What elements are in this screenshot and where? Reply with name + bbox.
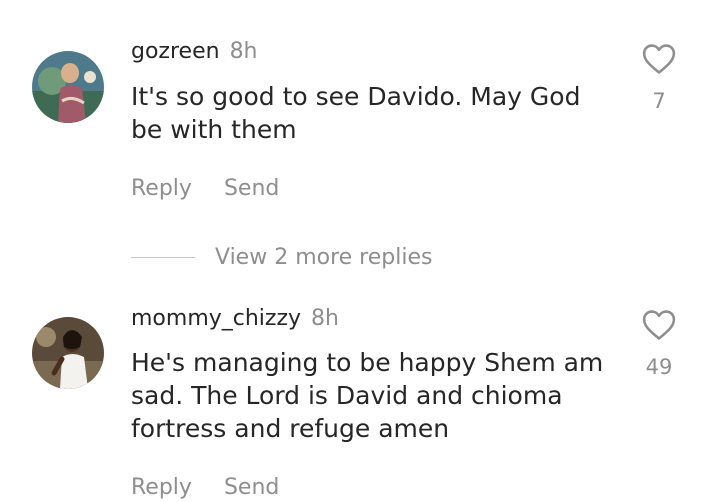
comment-text: He's managing to be happy Shem am sad. T… [131, 348, 604, 443]
like-control: 49 [640, 309, 678, 379]
username[interactable]: mommy_chizzy [131, 306, 301, 331]
comment-header: mommy_chizzy 8h [131, 306, 339, 332]
comment-item: mommy_chizzy 8h He's managing to be happy… [0, 0, 720, 502]
avatar-image [32, 317, 104, 389]
avatar[interactable] [32, 317, 104, 389]
heart-icon[interactable] [642, 309, 676, 341]
reply-button[interactable]: Reply [131, 475, 192, 501]
like-count: 49 [645, 355, 673, 379]
send-button[interactable]: Send [224, 475, 279, 501]
comment-actions: Reply Send [131, 475, 279, 501]
timestamp: 8h [311, 306, 339, 331]
